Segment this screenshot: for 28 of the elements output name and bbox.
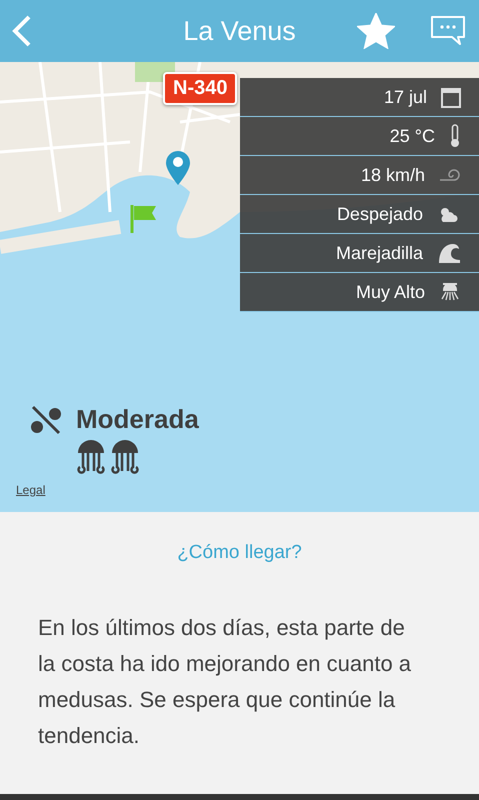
- chat-bubble-icon: [429, 15, 467, 47]
- jellyfish-level: Moderada: [76, 404, 199, 435]
- jellyfish-icon: [110, 439, 140, 475]
- jellyfish-icon: [76, 439, 106, 475]
- calendar-icon: [441, 86, 461, 108]
- back-icon: [12, 15, 32, 47]
- condition-value: 25 °C: [390, 126, 435, 146]
- no-swimming-icon: [30, 404, 62, 434]
- chat-button[interactable]: [429, 15, 467, 47]
- favorite-button[interactable]: [357, 13, 395, 49]
- star-icon: [357, 13, 395, 49]
- sun-rays-icon: [439, 282, 461, 302]
- condition-value: 18 km/h: [360, 164, 425, 186]
- condition-value: 17 jul: [384, 86, 427, 108]
- description-text: En los últimos dos días, esta parte de la costa ha ido mejorando en cuanto a medusas. Se espera que continúe la tendencia.: [38, 614, 412, 750]
- condition-value: Marejadilla: [336, 242, 423, 264]
- road-badge: N-340: [163, 72, 238, 105]
- map[interactable]: N-340 17 jul 25 °C 18 km/h Despejado Marejadilla Muy Alto Moderada Legal: [0, 62, 479, 512]
- map-pin-icon: [165, 150, 191, 186]
- wave-icon: [437, 242, 461, 264]
- screen-title: La Venus: [182, 15, 297, 48]
- back-button[interactable]: [12, 15, 32, 47]
- legal-link[interactable]: Legal: [16, 483, 46, 497]
- flag-icon: [130, 204, 158, 234]
- thermometer-icon: [449, 124, 461, 148]
- condition-value: Muy Alto: [356, 282, 425, 302]
- wind-icon: [439, 168, 461, 182]
- condition-value: Despejado: [336, 204, 423, 224]
